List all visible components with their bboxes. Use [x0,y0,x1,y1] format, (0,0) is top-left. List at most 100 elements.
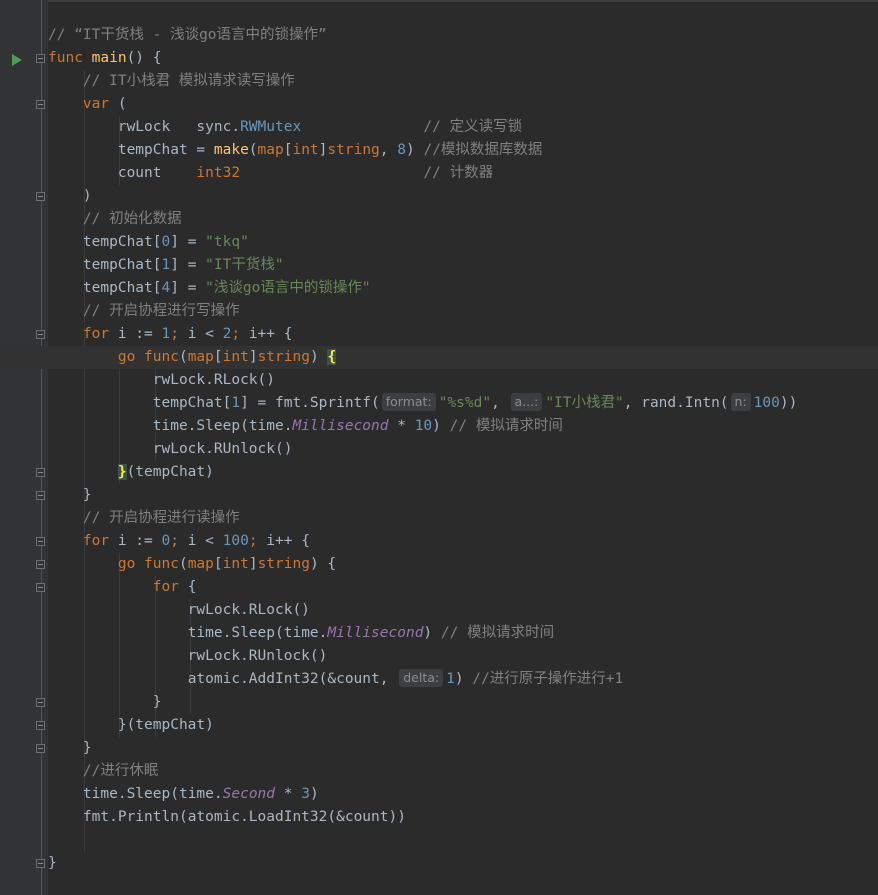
code-line[interactable]: } [48,852,878,875]
code-line[interactable]: func main() { [48,47,878,70]
code-line[interactable]: //进行休眠 [48,760,878,783]
code-line[interactable]: tempChat[4] = "浅谈go语言中的锁操作" [48,277,878,300]
run-arrow-icon[interactable] [12,54,22,66]
code-line[interactable]: } [48,737,878,760]
fold-marker-icon[interactable] [36,537,45,546]
code-token: } [48,694,162,710]
code-line[interactable]: for i := 1; i < 2; i++ { [48,323,878,346]
code-token: // 定义读写锁 [423,119,523,135]
code-token: map [187,556,214,572]
code-line[interactable]: rwLock.RUnlock() [48,438,878,461]
code-line[interactable]: } [48,484,878,507]
code-line[interactable]: fmt.Println(atomic.LoadInt32(&count)) [48,806,878,829]
code-line[interactable]: }(tempChat) [48,714,878,737]
code-token: } [48,855,57,871]
code-token: i++ { [248,326,293,342]
code-token: main [91,50,127,66]
code-line[interactable]: time.Sleep(time.Millisecond * 10) // 模拟请… [48,415,878,438]
fold-marker-icon[interactable] [36,560,45,569]
fold-marker-icon[interactable] [36,583,45,592]
code-token: ) [423,625,441,641]
code-line[interactable] [48,829,878,852]
fold-marker-icon[interactable] [36,468,45,477]
code-line[interactable]: time.Sleep(time.Second * 3) [48,783,878,806]
fold-marker-icon[interactable] [36,721,45,730]
code-line[interactable]: rwLock.RLock() [48,369,878,392]
code-line[interactable]: // 开启协程进行读操作 [48,507,878,530]
code-token: fmt. [82,809,118,825]
code-token: 100 [753,395,780,411]
code-token: * [275,786,302,802]
fold-marker-icon[interactable] [36,100,45,109]
code-line[interactable]: // 开启协程进行写操作 [48,300,878,323]
code-token: ; [170,326,188,342]
code-line[interactable]: rwLock.RLock() [48,599,878,622]
code-token: { [327,349,337,365]
code-token: ( [248,142,258,158]
code-line[interactable]: time.Sleep(time.Millisecond) // 模拟请求时间 [48,622,878,645]
code-line[interactable]: }(tempChat) [48,461,878,484]
fold-marker-icon[interactable] [36,192,45,201]
code-line[interactable]: go func(map[int]string) { [48,553,878,576]
code-token: () { [126,50,162,66]
code-token: int32 [196,165,241,181]
code-line[interactable]: atomic.AddInt32(&count, delta: 1) //进行原子操… [48,668,878,691]
code-token: Sleep [126,786,171,802]
code-line[interactable]: var ( [48,93,878,116]
code-token: Millisecond [327,625,424,641]
code-token: "IT干货栈" [205,257,284,273]
code-line[interactable]: tempChat = make(map[int]string, 8) //模拟数… [48,139,878,162]
code-token: for [82,533,118,549]
code-token: LoadInt32 [248,809,328,825]
code-line[interactable]: for i := 0; i < 100; i++ { [48,530,878,553]
code-token: ] [248,349,258,365]
code-line[interactable]: rwLock.RUnlock() [48,645,878,668]
code-token: RLock [248,602,293,618]
fold-marker-icon[interactable] [36,859,45,868]
fold-marker-icon[interactable] [36,698,45,707]
code-line[interactable]: for { [48,576,878,599]
fold-marker-icon[interactable] [36,744,45,753]
code-line[interactable]: rwLock sync.RWMutex // 定义读写锁 [48,116,878,139]
fold-marker-icon[interactable] [36,491,45,500]
code-editor[interactable]: // “IT干货栈 - 浅谈go语言中的锁操作” func main() { //… [0,0,878,895]
code-token: string [327,142,380,158]
code-token: ; [170,533,188,549]
code-token: ( [275,625,284,641]
code-token: ( [178,809,188,825]
code-line[interactable]: } [48,691,878,714]
code-line[interactable]: tempChat[1] = fmt.Sprintf(format: "%s%d",… [48,392,878,415]
code-token: rwLock. [48,602,249,618]
code-token: i := [117,533,162,549]
code-token: ( [178,349,188,365]
code-line[interactable]: // “IT干货栈 - 浅谈go语言中的锁操作” [48,24,878,47]
code-token: } [48,740,92,756]
code-token: , [379,142,398,158]
parameter-hint: a...: [510,393,543,411]
fold-marker-icon[interactable] [36,330,45,339]
code-line[interactable]: ) [48,185,878,208]
code-token: , [491,395,509,411]
code-line[interactable]: // IT小栈君 模拟请求读写操作 [48,70,878,93]
code-line[interactable]: count int32 // 计数器 [48,162,878,185]
code-token: 1 [161,257,171,273]
code-line[interactable]: tempChat[1] = "IT干货栈" [48,254,878,277]
code-line[interactable]: go func(map[int]string) { [0,346,878,369]
code-token: // 模拟请求时间 [440,625,555,641]
code-token: rwLock. [48,648,249,664]
code-line[interactable]: // 初始化数据 [48,208,878,231]
code-area[interactable]: // “IT干货栈 - 浅谈go语言中的锁操作” func main() { //… [0,0,878,895]
code-line[interactable]: tempChat[0] = "tkq" [48,231,878,254]
code-token: int [292,142,319,158]
parameter-hint: format: [381,393,436,411]
code-token: // 开启协程进行读操作 [82,510,240,526]
fold-marker-icon[interactable] [36,54,45,63]
code-token: 0 [161,234,171,250]
